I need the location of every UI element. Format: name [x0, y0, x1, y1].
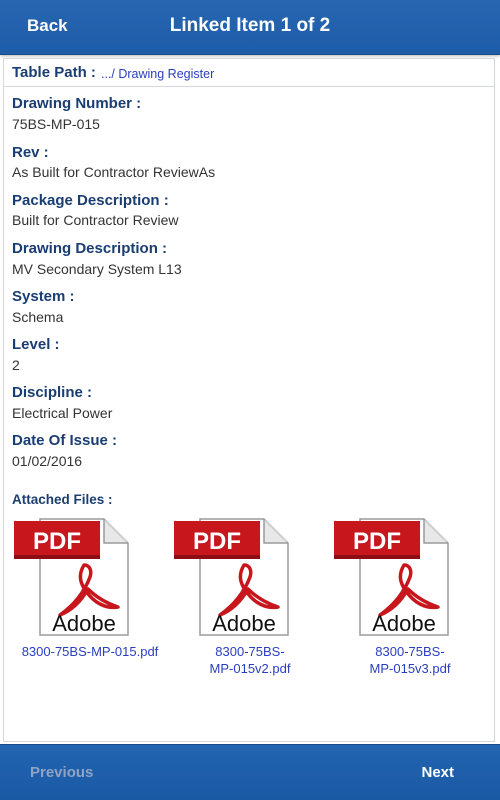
app-screen: Back Linked Item 1 of 2 Table Path : ...…	[0, 0, 500, 800]
pdf-badge-text: PDF	[193, 528, 241, 555]
level-label: Level :	[12, 336, 60, 353]
attachment-item[interactable]: PDF Adobe 8300-75BS- MP-015v2.pdf	[170, 517, 330, 677]
discipline-value: Electrical Power	[12, 405, 113, 421]
adobe-brand-text: Adobe	[52, 611, 116, 636]
drawing-description-value: MV Secondary System L13	[12, 261, 182, 277]
rev-value: As Built for Contractor ReviewAs	[12, 164, 216, 180]
attachment-name[interactable]: 8300-75BS-MP-015.pdf	[10, 643, 170, 660]
adobe-brand-text: Adobe	[212, 611, 276, 636]
attached-files-label: Attached Files :	[12, 492, 113, 507]
pdf-icon: PDF Adobe	[334, 518, 449, 636]
table-path-link[interactable]: .../ Drawing Register	[101, 67, 214, 81]
next-button[interactable]: Next	[421, 764, 454, 781]
previous-button[interactable]: Previous	[30, 764, 93, 781]
attachment-name[interactable]: 8300-75BS- MP-015v2.pdf	[170, 643, 330, 677]
drawing-description-label: Drawing Description :	[12, 240, 168, 257]
item-detail-panel: Table Path : .../ Drawing Register Drawi…	[3, 58, 495, 742]
system-label: System :	[12, 288, 75, 305]
adobe-brand-text: Adobe	[372, 611, 436, 636]
drawing-number-value: 75BS-MP-015	[12, 116, 100, 132]
pdf-icon: PDF Adobe	[14, 518, 129, 636]
attachment-name[interactable]: 8300-75BS- MP-015v3.pdf	[330, 643, 490, 677]
bottom-nav-bar: Previous Next	[0, 744, 500, 800]
date-of-issue-label: Date Of Issue :	[12, 432, 118, 449]
date-of-issue-value: 01/02/2016	[12, 453, 83, 469]
attachment-item[interactable]: PDF Adobe 8300-75BS-MP-015.pdf	[10, 517, 170, 660]
pdf-badge-text: PDF	[33, 528, 81, 555]
table-path-label: Table Path :	[12, 64, 96, 81]
top-app-bar: Back Linked Item 1 of 2	[0, 0, 500, 55]
attachment-item[interactable]: PDF Adobe 8300-75BS- MP-015v3.pdf	[330, 517, 490, 677]
level-value: 2	[12, 357, 20, 373]
rev-label: Rev :	[12, 144, 49, 161]
package-description-label: Package Description :	[12, 192, 169, 209]
page-title: Linked Item 1 of 2	[169, 15, 331, 36]
pdf-icon: PDF Adobe	[174, 518, 289, 636]
table-path-row: Table Path : .../ Drawing Register	[4, 59, 494, 87]
pdf-badge-text: PDF	[353, 528, 401, 555]
package-description-value: Built for Contractor Review	[12, 212, 179, 228]
discipline-label: Discipline :	[12, 384, 93, 401]
system-value: Schema	[12, 309, 64, 325]
drawing-number-label: Drawing Number :	[12, 95, 142, 112]
